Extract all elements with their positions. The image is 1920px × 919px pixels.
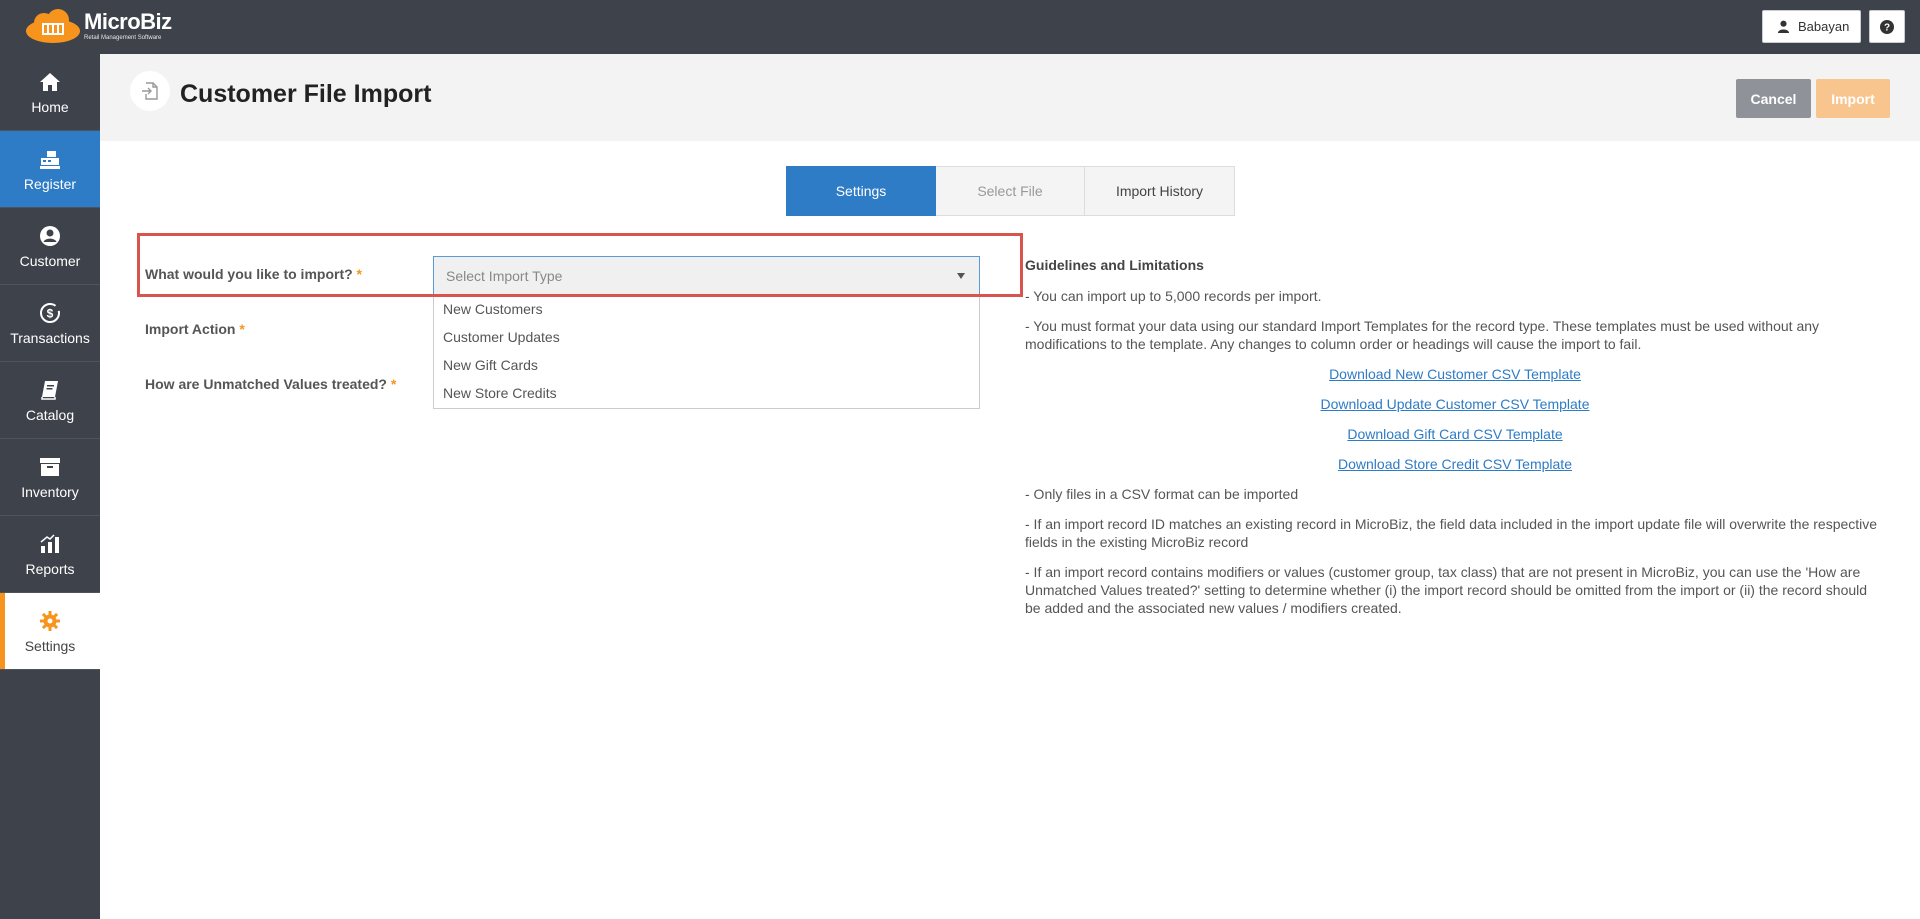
- logo-tagline: Retail Management Software: [84, 34, 162, 41]
- sidebar-item-label: Transactions: [10, 330, 90, 346]
- user-menu-button[interactable]: Babayan: [1762, 10, 1861, 43]
- sidebar-item-label: Customer: [19, 253, 81, 269]
- transactions-icon: $: [39, 300, 61, 324]
- sidebar-item-label: Reports: [25, 561, 75, 577]
- sidebar-item-label: Register: [23, 176, 77, 192]
- import-action-label-text: Import Action: [145, 321, 236, 337]
- import-steps-tabs: Settings Select File Import History: [786, 166, 1235, 216]
- import-type-dropdown: New Customers Customer Updates New Gift …: [433, 295, 980, 409]
- unmatched-values-label: How are Unmatched Values treated? *: [145, 376, 396, 392]
- option-new-customers[interactable]: New Customers: [434, 295, 979, 323]
- cancel-button[interactable]: Cancel: [1736, 79, 1811, 118]
- settings-icon: [39, 608, 61, 632]
- sidebar-item-catalog[interactable]: Catalog: [0, 362, 100, 439]
- user-name: Babayan: [1798, 19, 1850, 34]
- file-import-icon: [130, 71, 170, 111]
- help-icon: ?: [1880, 19, 1894, 34]
- page-header: Customer File Import Cancel Import: [100, 54, 1920, 141]
- guideline-text: - You must format your data using our st…: [1025, 318, 1820, 352]
- option-new-store-credits[interactable]: New Store Credits: [434, 379, 979, 407]
- home-icon: [39, 69, 61, 93]
- sidebar-item-reports[interactable]: Reports: [0, 516, 100, 593]
- register-icon: [39, 146, 61, 170]
- unmatched-values-label-text: How are Unmatched Values treated?: [145, 376, 387, 392]
- top-bar: MicroBiz Retail Management Software Baba…: [0, 0, 1920, 54]
- template-links: Download New Customer CSV Template Downl…: [1025, 365, 1885, 473]
- microbiz-logo[interactable]: MicroBiz Retail Management Software: [24, 8, 172, 44]
- download-new-customer-template-link[interactable]: Download New Customer CSV Template: [1025, 365, 1885, 383]
- sidebar-item-label: Catalog: [25, 407, 75, 423]
- svg-text:$: $: [47, 307, 54, 321]
- option-customer-updates[interactable]: Customer Updates: [434, 323, 979, 351]
- page-title: Customer File Import: [180, 80, 432, 108]
- guideline-text: - If an import record ID matches an exis…: [1025, 516, 1878, 550]
- reports-icon: [39, 531, 61, 555]
- import-action-label: Import Action *: [145, 321, 245, 337]
- sidebar-item-label: Inventory: [21, 484, 79, 500]
- required-marker: *: [239, 321, 245, 337]
- sidebar-item-transactions[interactable]: $ Transactions: [0, 285, 100, 362]
- tab-select-file[interactable]: Select File: [936, 166, 1085, 216]
- sidebar-item-home[interactable]: Home: [0, 54, 100, 131]
- import-button[interactable]: Import: [1816, 79, 1890, 118]
- guideline-text: - You can import up to 5,000 records per…: [1025, 288, 1322, 304]
- guidelines-panel: Guidelines and Limitations - You can imp…: [1025, 256, 1885, 629]
- sidebar-item-inventory[interactable]: Inventory: [0, 439, 100, 516]
- cloud-logo-icon: [24, 9, 82, 43]
- sidebar: Home Register Customer $ Transactions Ca…: [0, 54, 100, 919]
- option-new-gift-cards[interactable]: New Gift Cards: [434, 351, 979, 379]
- sidebar-item-label: Settings: [24, 638, 76, 654]
- customer-icon: [39, 223, 61, 247]
- tab-import-history[interactable]: Import History: [1085, 166, 1235, 216]
- download-update-customer-template-link[interactable]: Download Update Customer CSV Template: [1025, 395, 1885, 413]
- sidebar-item-customer[interactable]: Customer: [0, 208, 100, 285]
- download-gift-card-template-link[interactable]: Download Gift Card CSV Template: [1025, 425, 1885, 443]
- guideline-text: - If an import record contains modifiers…: [1025, 564, 1868, 616]
- tab-settings[interactable]: Settings: [786, 166, 936, 216]
- catalog-icon: [39, 377, 61, 401]
- user-icon: [1777, 20, 1790, 33]
- inventory-icon: [39, 454, 61, 478]
- sidebar-item-settings[interactable]: Settings: [0, 593, 100, 670]
- help-button[interactable]: ?: [1869, 10, 1905, 43]
- required-marker: *: [390, 376, 397, 392]
- download-store-credit-template-link[interactable]: Download Store Credit CSV Template: [1025, 455, 1885, 473]
- highlight-annotation: [137, 233, 1023, 297]
- sidebar-item-register[interactable]: Register: [0, 131, 100, 208]
- logo-name: MicroBiz: [84, 8, 172, 34]
- sidebar-item-label: Home: [31, 99, 69, 115]
- guideline-text: - Only files in a CSV format can be impo…: [1025, 486, 1299, 502]
- guidelines-title: Guidelines and Limitations: [1025, 257, 1204, 273]
- svg-text:?: ?: [1884, 22, 1890, 33]
